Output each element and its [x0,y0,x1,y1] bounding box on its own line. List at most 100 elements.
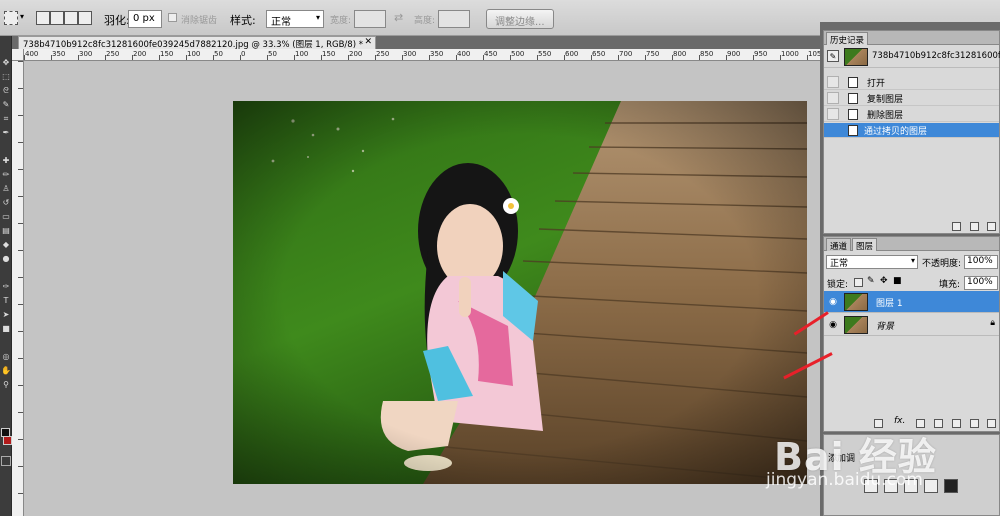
ruler-tick [78,55,79,60]
ruler-tick-label: 1050 [808,50,820,58]
refine-edge-button[interactable]: 调整边缘... [486,9,554,29]
history-item-checkbox[interactable] [827,108,839,120]
ruler-tick [18,439,23,440]
ruler-tick [429,55,430,60]
new-selection-icon[interactable] [36,11,50,25]
opacity-input[interactable]: 100% [964,255,998,269]
ruler-tick-label: 350 [52,50,66,58]
move-tool-icon[interactable]: ✥ [1,58,11,68]
layer-row-layer1[interactable]: ◉ 图层 1 [824,291,999,313]
antialias-checkbox[interactable] [168,13,177,22]
ruler-tick [18,466,23,467]
ruler-tick [753,55,754,60]
layer-name: 背景 [876,322,895,332]
camera-icon[interactable] [970,222,979,231]
close-icon[interactable]: ✕ [364,37,372,47]
lock-pixels-icon[interactable]: ✎ [867,276,875,286]
healing-brush-tool-icon[interactable]: ✚ [1,156,11,166]
path-select-tool-icon[interactable]: ➤ [1,310,11,320]
ruler-tick-label: 300 [403,50,417,58]
lock-all-icon[interactable]: ■ [893,276,902,286]
3d-rotate-tool-icon[interactable]: ◎ [1,352,11,362]
quick-mask-icon[interactable] [1,456,11,466]
style-select[interactable]: 正常 ▾ [266,10,324,28]
ruler-tick [18,88,23,89]
ruler-tick [18,115,23,116]
layer-row-background[interactable]: ◉ 背景 🔒︎ [824,314,999,336]
add-to-selection-icon[interactable] [50,11,64,25]
history-item-checkbox[interactable] [827,124,839,136]
tab-channels[interactable]: 通道 [826,238,852,252]
history-item-checkbox[interactable] [827,92,839,104]
history-snapshot-row[interactable]: ✎ 738b4710b912c8fc31281600fe03... [824,46,1000,68]
lasso-tool-icon[interactable]: ᘓ [1,86,11,96]
history-item[interactable]: 复制图层 [824,91,999,106]
intersect-selection-icon[interactable] [78,11,92,25]
background-color-swatch[interactable] [3,436,12,445]
chevron-down-icon[interactable]: ▾ [20,12,24,21]
ruler-tick [267,55,268,60]
history-item[interactable]: 删除图层 [824,107,999,122]
history-item-selected[interactable]: 通过拷贝的图层 [824,123,999,138]
ruler-tick [807,55,808,60]
gradient-tool-icon[interactable]: ▤ [1,226,11,236]
feather-input[interactable]: 0 px [128,10,162,28]
width-input[interactable] [354,10,386,28]
history-brush-tool-icon[interactable]: ↺ [1,198,11,208]
horizontal-ruler[interactable]: 400 350 300 250 200 150 100 50 0 50 100 150 200 250 30… [24,49,820,61]
eyedropper-tool-icon[interactable]: ✒ [1,128,11,138]
pen-tool-icon[interactable]: ✑ [1,282,11,292]
document-image[interactable] [233,101,807,484]
feather-label: 羽化: [104,14,130,27]
document-tab[interactable]: 738b4710b912c8fc31281600fe039245d7882120… [18,36,376,49]
ruler-tick [18,277,23,278]
lock-position-icon[interactable]: ✥ [880,276,888,286]
dodge-tool-icon[interactable]: ● [1,254,11,264]
ruler-tick-label: 1000 [781,50,799,58]
ruler-tick-label: 850 [700,50,714,58]
history-item-checkbox[interactable] [827,76,839,88]
ruler-origin[interactable] [12,49,24,61]
quick-select-tool-icon[interactable]: ✎ [1,100,11,110]
trash-icon[interactable] [987,222,996,231]
marquee-tool-icon[interactable] [4,11,18,25]
vertical-ruler[interactable] [12,61,24,516]
hand-tool-icon[interactable]: ✋ [1,366,11,376]
fill-input[interactable]: 100% [964,276,998,290]
width-label: 宽度: [330,16,352,26]
ruler-tick-label: 450 [484,50,498,58]
tab-history[interactable]: 历史记录 [826,32,869,46]
ruler-tick [159,55,160,60]
eye-icon[interactable]: ◉ [827,319,839,331]
lock-icon: 🔒︎ [990,318,995,328]
antialias-label: 消除锯齿 [181,16,218,26]
marquee-tool-icon[interactable]: ⬚ [1,72,11,82]
ruler-tick [18,385,23,386]
ruler-tick [18,169,23,170]
ruler-tick-label: 200 [133,50,147,58]
canvas-area[interactable] [24,61,820,516]
eye-icon[interactable]: ◉ [827,296,839,308]
eraser-tool-icon[interactable]: ▭ [1,212,11,222]
tab-layers[interactable]: 图层 [852,238,878,252]
swap-icon[interactable]: ⇄ [394,11,403,24]
ruler-tick [186,55,187,60]
height-input[interactable] [438,10,470,28]
subtract-from-selection-icon[interactable] [64,11,78,25]
brush-tool-icon[interactable]: ✏ [1,170,11,180]
brush-source-icon[interactable]: ✎ [827,50,839,62]
new-document-from-state-icon[interactable] [952,222,961,231]
crop-tool-icon[interactable]: ⌗ [1,114,11,124]
type-tool-icon[interactable]: T [1,296,11,306]
shape-tool-icon[interactable]: ■ [1,324,11,334]
ruler-tick [321,55,322,60]
ruler-tick [618,55,619,60]
lock-transparency-icon[interactable] [854,278,863,287]
zoom-tool-icon[interactable]: ⚲ [1,380,11,390]
document-tab-title: 738b4710b912c8fc31281600fe039245d7882120… [23,40,363,49]
history-item[interactable]: 打开 [824,75,999,90]
clone-stamp-tool-icon[interactable]: ♙ [1,184,11,194]
blur-tool-icon[interactable]: ◆ [1,240,11,250]
blend-mode-select[interactable]: 正常 ▾ [826,255,918,269]
layer-name: 图层 1 [876,299,903,309]
